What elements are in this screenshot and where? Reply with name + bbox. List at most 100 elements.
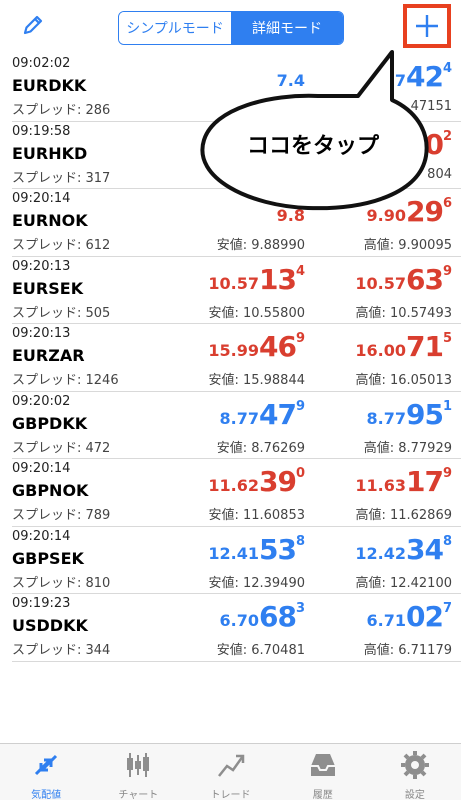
bid-price-fraction: 9: [295, 331, 305, 346]
quote-row[interactable]: 09:19:58 EURHKD スプレッド: 317 02 804: [12, 122, 461, 189]
bid-price: 15.99469: [208, 330, 305, 370]
ask-price-prefix: 11.63: [355, 476, 406, 495]
bid-price-prefix: 9.8: [276, 206, 305, 225]
ask-price-pips: 71: [405, 330, 444, 363]
spread-value: スプレッド: 286: [12, 103, 111, 118]
high-price: 高値: 12.42100: [355, 575, 452, 591]
symbol-name: USDDKK: [12, 616, 88, 635]
quote-row[interactable]: 09:20:14 EURNOK スプレッド: 612 9.8 9.90296 安…: [12, 189, 461, 257]
high-price: 47151: [410, 99, 452, 114]
ask-price-fraction: 2: [442, 128, 452, 144]
symbol-name: EURSEK: [12, 278, 84, 298]
ask-price-pips: 17: [405, 465, 444, 498]
bid-price-fraction: 8: [295, 533, 305, 549]
tab-history-inbox[interactable]: 履歴: [277, 744, 369, 800]
bid-price-fraction: 4: [295, 263, 305, 279]
high-price: 804: [427, 166, 452, 182]
bid-price-pips: 46: [258, 330, 297, 363]
ask-price-prefix: 10.57: [355, 273, 406, 293]
symbol-name: EURNOK: [12, 211, 88, 230]
high-price: 高値: 8.77929: [363, 440, 452, 456]
ask-price-pips: 02: [405, 600, 444, 633]
low-price: 安値: 9.88990: [216, 238, 305, 253]
ask-price: 12.42348: [355, 533, 452, 573]
ask-price: 16.00715: [355, 330, 452, 370]
symbol-name: GBPNOK: [12, 481, 89, 500]
tab-label: 設定: [404, 790, 425, 800]
quote-list: 09:02:02 EURDKK スプレッド: 286 7.4 7424 4715…: [0, 54, 461, 662]
bid-price-prefix: 8.77: [219, 408, 259, 428]
ask-price: 11.63179: [355, 465, 452, 505]
bid-price-pips: 13: [258, 262, 297, 296]
pencil-icon[interactable]: [20, 12, 46, 38]
quote-row[interactable]: 09:20:13 EURZAR スプレッド: 1246 15.99469 16.…: [12, 324, 461, 392]
history-inbox-icon: [307, 750, 339, 784]
quotes-arrows-icon: [30, 750, 62, 784]
ask-price-prefix: 6.71: [366, 611, 406, 630]
bid-price: 12.41538: [208, 533, 305, 573]
detailed-mode-tab[interactable]: 詳細モード: [231, 12, 343, 44]
trade-trend-icon: [215, 750, 247, 784]
quote-time: 09:20:02: [12, 393, 71, 409]
quote-time: 09:20:14: [12, 191, 71, 206]
quote-row[interactable]: 09:20:14 GBPSEK スプレッド: 810 12.41538 12.4…: [12, 527, 461, 594]
bid-price-pips: 53: [258, 532, 297, 566]
ask-price: 02: [424, 128, 452, 168]
spread-value: スプレッド: 344: [12, 643, 111, 658]
spread-value: スプレッド: 1246: [12, 373, 119, 388]
bid-price-fraction: 0: [295, 466, 305, 481]
ask-price-pips: 63: [405, 262, 444, 296]
bid-price-fraction: 9: [295, 398, 305, 414]
ask-price-fraction: 8: [442, 533, 452, 549]
low-price: 安値: 6.70481: [216, 643, 305, 658]
quote-time: 09:20:14: [12, 461, 71, 476]
symbol-name: EURDKK: [12, 76, 87, 95]
simple-mode-tab[interactable]: シンプルモード: [119, 12, 231, 44]
symbol-name: EURHKD: [12, 143, 88, 163]
ask-price-prefix: 16.00: [355, 341, 406, 360]
spread-value: スプレッド: 317: [12, 170, 111, 186]
ask-price-pips: 34: [405, 532, 444, 566]
tab-quotes-arrows[interactable]: 気配値: [0, 744, 92, 800]
spread-value: スプレッド: 612: [12, 238, 111, 253]
high-price: 高値: 10.57493: [355, 305, 452, 321]
quote-time: 09:20:13: [12, 326, 71, 341]
quote-row[interactable]: 09:20:02 GBPDKK スプレッド: 472 8.77479 8.779…: [12, 392, 461, 459]
tab-settings-gear[interactable]: 設定: [369, 744, 461, 800]
ask-price: 9.90296: [367, 195, 453, 235]
quote-row[interactable]: 09:20:13 EURSEK スプレッド: 505 10.57134 10.5…: [12, 257, 461, 324]
quote-row[interactable]: 09:19:23 USDDKK スプレッド: 344 6.70683 6.710…: [12, 594, 461, 662]
top-bar: シンプルモード 詳細モード: [0, 0, 461, 52]
ask-price-fraction: 5: [442, 331, 452, 346]
bid-price-prefix: 15.99: [208, 341, 259, 360]
bid-price-prefix: 12.41: [208, 543, 259, 563]
bid-price: 6.70683: [220, 600, 306, 640]
ask-price-fraction: 4: [442, 61, 452, 76]
candlestick-chart-icon: [122, 750, 154, 784]
bottom-tab-bar: 気配値 チャート トレード 履歴 設定: [0, 743, 461, 800]
add-symbol-button[interactable]: [403, 4, 451, 48]
bid-price-prefix: 10.57: [208, 273, 259, 293]
quote-time: 09:02:02: [12, 56, 71, 71]
high-price: 高値: 11.62869: [355, 508, 452, 523]
bid-price: 8.77479: [220, 398, 306, 438]
mode-segmented-control: シンプルモード 詳細モード: [118, 11, 344, 45]
tab-label: 気配値: [31, 790, 62, 800]
quote-row[interactable]: 09:20:14 GBPNOK スプレッド: 789 11.62390 11.6…: [12, 459, 461, 527]
low-price: 安値: 10.55800: [208, 305, 305, 321]
plus-icon: [416, 15, 438, 37]
ask-price-fraction: 7: [442, 601, 452, 616]
high-price: 高値: 9.90095: [363, 238, 452, 253]
low-price: 安値: 15.98844: [208, 373, 305, 388]
ask-price-pips: 42: [405, 60, 444, 93]
quote-row[interactable]: 09:02:02 EURDKK スプレッド: 286 7.4 7424 4715…: [12, 54, 461, 122]
tab-label: 履歴: [312, 790, 333, 800]
tab-trade-trend[interactable]: トレード: [184, 744, 276, 800]
bid-price-prefix: 6.70: [219, 611, 259, 630]
ask-price: 10.57639: [355, 263, 452, 303]
ask-price-fraction: 9: [442, 466, 452, 481]
bid-price: 9.8: [277, 195, 305, 235]
low-price: 安値: 11.60853: [208, 508, 305, 523]
tab-candlestick-chart[interactable]: チャート: [92, 744, 184, 800]
ask-price: 6.71027: [367, 600, 453, 640]
